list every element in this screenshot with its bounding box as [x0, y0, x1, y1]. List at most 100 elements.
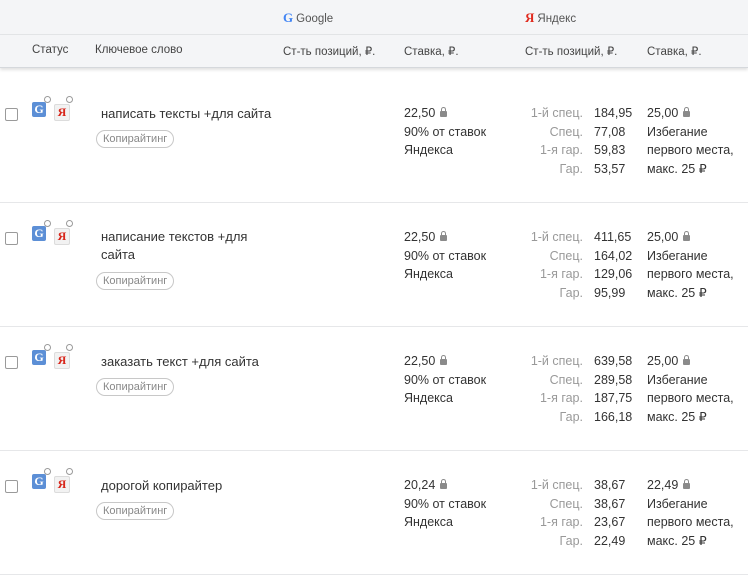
position-cost: 95,99: [594, 285, 626, 300]
lock-icon: [683, 107, 691, 117]
google-bid-value: 20,24: [404, 478, 436, 492]
position-cost: 639,58: [594, 354, 633, 368]
yandex-strategy-note: первого места,: [647, 143, 734, 157]
position-cost: 77,08: [594, 124, 626, 139]
google-status-icon[interactable]: G: [32, 474, 46, 489]
google-bid-note: Яндекса: [404, 267, 453, 281]
google-bid-cell[interactable]: 22,50 90% от ставок Яндекса: [404, 104, 486, 160]
yandex-status-ring-icon: [66, 344, 73, 351]
position-label: Гар.: [559, 409, 583, 424]
table-row: G Я написание текстов +для сайта Копирайт…: [0, 202, 748, 327]
keyword-line: написание текстов +для: [101, 229, 248, 244]
table-row: G Я написать тексты +для сайта Копирайти…: [0, 78, 748, 203]
google-bid-note: 90% от ставок: [404, 248, 487, 263]
google-bid-cell[interactable]: 20,24 90% от ставок Яндекса: [404, 476, 486, 532]
google-bid-cell[interactable]: 22,50 90% от ставок Яндекса: [404, 228, 486, 284]
yandex-bid-cell[interactable]: 25,00 Избегание первого места, макс. 25 …: [647, 228, 734, 302]
google-bid-value: 22,50: [404, 106, 436, 120]
yandex-bid-cell[interactable]: 22,49 Избегание первого места, макс. 25 …: [647, 476, 734, 550]
position-label: Спец.: [549, 248, 583, 263]
yandex-strategy-note: макс. 25 ₽: [647, 285, 707, 300]
column-header: Статус Ключевое слово Ст-ть позиций, ₽. …: [0, 35, 748, 68]
yandex-status-ring-icon: [66, 468, 73, 475]
google-status-icon[interactable]: G: [32, 102, 46, 117]
table-row: G Я заказать текст +для сайта Копирайтин…: [0, 326, 748, 451]
position-label: Спец.: [549, 124, 583, 139]
google-status-ring-icon: [44, 468, 51, 475]
google-bid-note: 90% от ставок: [404, 496, 487, 511]
position-cost: 129,06: [594, 267, 633, 281]
position-label: Спец.: [549, 372, 583, 387]
keyword-tag[interactable]: Копирайтинг: [96, 502, 175, 520]
position-label: 1-й спец.: [530, 478, 583, 492]
yandex-status-icon[interactable]: Я: [54, 352, 70, 369]
row-checkbox[interactable]: [5, 356, 18, 369]
col-yandex-pos-cost[interactable]: Ст-ть позиций, ₽.: [525, 44, 617, 58]
position-cost: 59,83: [594, 143, 626, 157]
row-checkbox[interactable]: [5, 108, 18, 121]
lock-icon: [440, 479, 448, 489]
yandex-status-icon[interactable]: Я: [54, 228, 70, 245]
google-status-ring-icon: [44, 96, 51, 103]
position-label: 1-й спец.: [530, 230, 583, 244]
lock-icon: [683, 355, 691, 365]
yandex-strategy-note: Избегание: [647, 496, 708, 511]
google-bid-note: Яндекса: [404, 143, 453, 157]
yandex-strategy-note: макс. 25 ₽: [647, 533, 707, 548]
position-label: 1-я гар.: [539, 143, 583, 157]
yandex-strategy-note: макс. 25 ₽: [647, 161, 707, 176]
position-cost: 38,67: [594, 478, 626, 492]
col-google-pos-cost[interactable]: Ст-ть позиций, ₽.: [283, 44, 375, 58]
position-cost: 22,49: [594, 533, 626, 548]
col-google-bid[interactable]: Ставка, ₽.: [404, 44, 459, 58]
google-status-icon[interactable]: G: [32, 350, 46, 365]
position-cost: 164,02: [594, 248, 633, 263]
yandex-bid-value: 25,00: [647, 230, 679, 244]
col-yandex-bid[interactable]: Ставка, ₽.: [647, 44, 702, 58]
yandex-logo-icon: Я: [525, 10, 535, 25]
row-checkbox[interactable]: [5, 480, 18, 493]
google-status-icon[interactable]: G: [32, 226, 46, 241]
yandex-bid-value: 25,00: [647, 106, 679, 120]
google-bid-cell[interactable]: 22,50 90% от ставок Яндекса: [404, 352, 486, 408]
position-label: 1-я гар.: [539, 391, 583, 405]
yandex-status-ring-icon: [66, 220, 73, 227]
yandex-status-ring-icon: [66, 96, 73, 103]
lock-icon: [683, 479, 691, 489]
lock-icon: [440, 107, 448, 117]
lock-icon: [683, 231, 691, 241]
yandex-bid-value: 25,00: [647, 354, 679, 368]
position-label: Гар.: [559, 161, 583, 176]
position-label: 1-й спец.: [530, 354, 583, 368]
keyword-text[interactable]: дорогой копирайтер: [101, 477, 222, 495]
position-cost: 166,18: [594, 409, 633, 424]
keyword-line: дорогой копирайтер: [101, 478, 223, 493]
col-keyword[interactable]: Ключевое слово: [95, 44, 183, 56]
keyword-text[interactable]: написать тексты +для сайта: [101, 105, 271, 123]
yandex-status-icon[interactable]: Я: [54, 476, 70, 493]
position-label: Гар.: [559, 285, 583, 300]
table-row: G Я дорогой копирайтер Копирайтинг 20,24…: [0, 450, 748, 575]
keyword-tag[interactable]: Копирайтинг: [96, 272, 175, 290]
yandex-bid-cell[interactable]: 25,00 Избегание первого места, макс. 25 …: [647, 104, 734, 178]
google-bid-value: 22,50: [404, 354, 436, 368]
yandex-bid-cell[interactable]: 25,00 Избегание первого места, макс. 25 …: [647, 352, 734, 426]
position-cost: 23,67: [594, 515, 626, 529]
yandex-engine-label: Я Яндекс: [525, 10, 577, 25]
keyword-tag[interactable]: Копирайтинг: [96, 130, 175, 148]
yandex-strategy-note: Избегание: [647, 248, 708, 263]
keyword-text[interactable]: заказать текст +для сайта: [101, 353, 259, 371]
google-status-ring-icon: [44, 344, 51, 351]
keyword-line: сайта: [101, 247, 136, 262]
yandex-strategy-note: первого места,: [647, 515, 734, 529]
row-checkbox[interactable]: [5, 232, 18, 245]
yandex-status-icon[interactable]: Я: [54, 104, 70, 121]
google-bid-note: Яндекса: [404, 391, 453, 405]
position-cost: 53,57: [594, 161, 626, 176]
keyword-tag[interactable]: Копирайтинг: [96, 378, 175, 396]
yandex-bid-value: 22,49: [647, 478, 679, 492]
position-label: Гар.: [559, 533, 583, 548]
keyword-text[interactable]: написание текстов +для сайта: [101, 228, 247, 264]
col-status[interactable]: Статус: [32, 44, 68, 56]
google-logo-icon: G: [283, 10, 294, 25]
